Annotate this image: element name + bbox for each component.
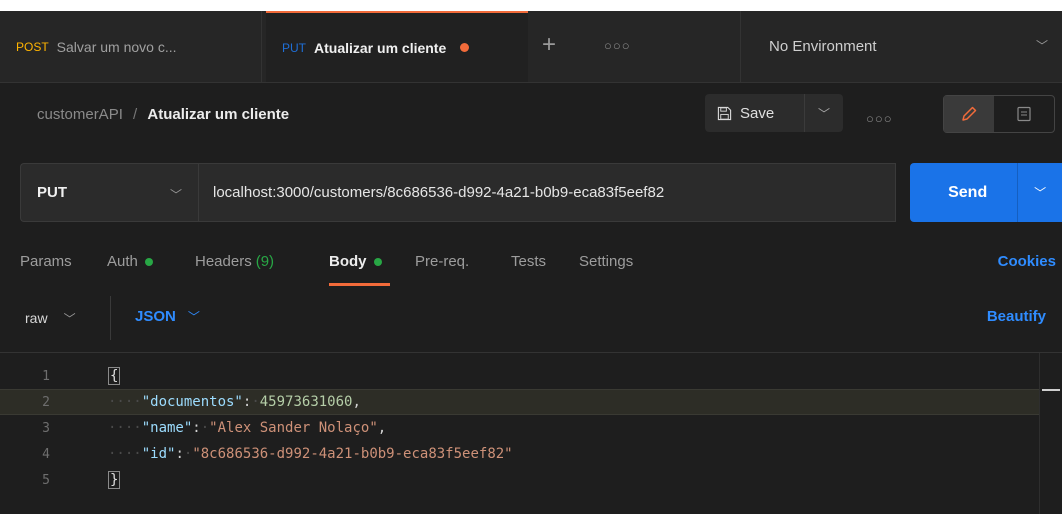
tab-params[interactable]: Params <box>20 253 72 270</box>
method-select[interactable]: PUT ﹀ <box>20 163 198 222</box>
tab-method-badge: PUT <box>282 40 306 55</box>
json-key: "name" <box>141 420 193 436</box>
body-active-dot-icon <box>373 257 382 266</box>
json-value: "Alex Sander Nolaço" <box>209 420 378 436</box>
code-line: 4 ····"id":·"8c686536-d992-4a21-b0b9-eca… <box>0 441 1040 467</box>
breadcrumb-collection[interactable]: customerAPI <box>37 106 123 123</box>
tab-label: Atualizar um cliente <box>314 39 447 56</box>
line-number: 1 <box>42 368 50 384</box>
line-number: 3 <box>42 420 50 436</box>
tab-auth-label: Auth <box>107 253 138 270</box>
line-number: 4 <box>42 446 50 462</box>
top-strip <box>0 0 1062 11</box>
url-value: localhost:3000/customers/8c686536-d992-4… <box>213 184 665 201</box>
code-line-current: 2 ····"documentos":·45973631060, <box>0 389 1040 415</box>
code-line: 3 ····"name":·"Alex Sander Nolaço", <box>0 415 1040 441</box>
send-button-group: Send ﹀ <box>910 163 1062 222</box>
tab-post-salvar[interactable]: POST Salvar um novo c... <box>0 11 262 82</box>
tab-params-label: Params <box>20 253 72 270</box>
tab-tests[interactable]: Tests <box>511 253 546 270</box>
body-code-editor[interactable]: 1 { 2 ····"documentos":·45973631060, 3 ·… <box>0 352 1062 514</box>
pencil-icon <box>962 106 977 121</box>
tab-body[interactable]: Body <box>329 253 382 270</box>
tab-tests-label: Tests <box>511 253 547 270</box>
json-value: 45973631060 <box>259 394 353 410</box>
save-label: Save <box>740 104 775 122</box>
code-line: 5 } <box>0 467 1040 493</box>
body-language-select[interactable]: JSON ﹀ <box>135 308 200 325</box>
save-button-group: Save ﹀ <box>705 94 843 132</box>
unsaved-dot-icon <box>460 43 470 52</box>
chevron-down-icon: ﹀ <box>187 310 200 324</box>
tab-prereq-label: Pre-req. <box>415 253 470 270</box>
new-tab-plus-icon[interactable]: + <box>542 31 556 59</box>
more-options-icon[interactable]: ○○○ <box>866 111 893 126</box>
chevron-down-icon: ﹀ <box>169 188 182 202</box>
headers-count: (9) <box>255 253 275 270</box>
body-options: raw ﹀ JSON ﹀ Beautify <box>0 296 1062 344</box>
json-comma: , <box>352 394 361 410</box>
view-toggle <box>943 95 1055 133</box>
edit-mode-button[interactable] <box>944 96 994 132</box>
url-input[interactable]: localhost:3000/customers/8c686536-d992-4… <box>198 163 896 222</box>
send-button[interactable]: Send <box>910 184 1017 202</box>
line-number: 5 <box>42 472 50 488</box>
documentation-button[interactable] <box>994 96 1054 132</box>
json-value: "8c686536-d992-4a21-b0b9-eca83f5eef82" <box>192 446 513 462</box>
cookies-link[interactable]: Cookies <box>998 253 1056 270</box>
tab-options-icon[interactable]: ○○○ <box>604 38 631 53</box>
save-icon <box>717 106 732 120</box>
scrollbar-thumb[interactable] <box>1042 389 1060 391</box>
method-value: PUT <box>37 184 67 201</box>
active-tab-indicator <box>329 283 390 286</box>
tab-auth[interactable]: Auth <box>107 253 153 270</box>
tab-settings-label: Settings <box>579 253 634 270</box>
breadcrumb-request[interactable]: Atualizar um cliente <box>147 106 289 123</box>
url-bar: PUT ﹀ localhost:3000/customers/8c686536-… <box>0 163 1062 225</box>
breadcrumb-separator: / <box>133 106 138 123</box>
json-key: "documentos" <box>141 394 243 410</box>
send-options-chevron-icon[interactable]: ﹀ <box>1017 163 1062 222</box>
beautify-link[interactable]: Beautify <box>987 308 1046 325</box>
chevron-down-icon: ﹀ <box>63 311 76 326</box>
breadcrumb: customerAPI / Atualizar um cliente <box>37 106 289 123</box>
request-tabs: Params Auth Headers (9) Body Pre-req. Te… <box>0 245 1062 286</box>
chevron-down-icon: ﹀ <box>1035 39 1048 53</box>
code-line: 1 { <box>0 363 1040 389</box>
body-language-value: JSON <box>135 308 176 325</box>
tab-headers[interactable]: Headers (9) <box>195 253 274 270</box>
body-mode-value: raw <box>25 310 48 326</box>
tab-bar: POST Salvar um novo c... PUT Atualizar u… <box>0 11 1062 83</box>
tab-prereq[interactable]: Pre-req. <box>415 253 469 270</box>
environment-label: No Environment <box>769 38 877 55</box>
tab-method-badge: POST <box>16 39 49 54</box>
document-icon <box>1017 106 1031 122</box>
close-brace: } <box>108 471 121 489</box>
auth-active-dot-icon <box>144 257 153 266</box>
tab-headers-label: Headers <box>195 253 252 270</box>
json-key: "id" <box>141 446 176 462</box>
line-number: 2 <box>42 394 50 410</box>
environment-selector[interactable]: No Environment ﹀ <box>740 11 1062 82</box>
save-button[interactable]: Save <box>705 94 805 132</box>
tab-settings[interactable]: Settings <box>579 253 633 270</box>
json-comma: , <box>377 420 387 436</box>
open-brace: { <box>108 367 121 385</box>
tab-body-label: Body <box>329 253 367 270</box>
tab-label: Salvar um novo c... <box>56 38 177 55</box>
body-mode-select[interactable]: raw ﹀ <box>19 296 111 340</box>
editor-scrollbar[interactable] <box>1039 353 1062 514</box>
request-header: customerAPI / Atualizar um cliente Save … <box>0 84 1062 146</box>
tab-put-atualizar[interactable]: PUT Atualizar um cliente <box>266 11 528 82</box>
save-options-chevron-icon[interactable]: ﹀ <box>805 105 843 122</box>
